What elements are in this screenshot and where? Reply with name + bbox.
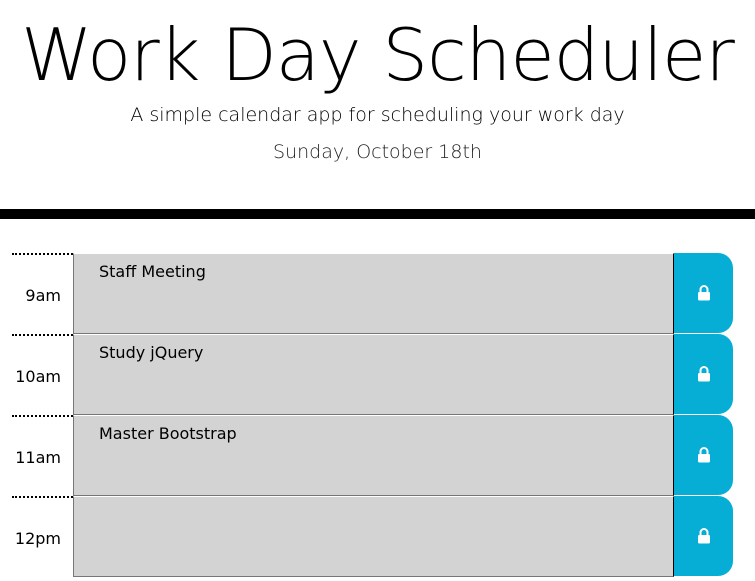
timeblock-list: 9am Staff Meeting 10am Study jQuery 11am… [0, 253, 755, 577]
lock-icon [697, 285, 710, 301]
hour-text: 9am [25, 286, 61, 305]
save-button[interactable] [674, 415, 733, 495]
save-button[interactable] [674, 253, 733, 333]
timeblock-row: 10am Study jQuery [0, 334, 755, 415]
event-description-input[interactable]: Master Bootstrap [73, 415, 674, 496]
hour-text: 12pm [14, 529, 61, 548]
lock-icon [697, 528, 710, 544]
page-header: Work Day Scheduler A simple calendar app… [0, 0, 755, 209]
hour-label: 11am [12, 415, 73, 496]
save-button[interactable] [674, 334, 733, 414]
hour-label: 12pm [12, 496, 73, 577]
hour-label: 10am [12, 334, 73, 415]
page-subtitle: A simple calendar app for scheduling you… [130, 104, 625, 126]
save-button[interactable] [674, 496, 733, 576]
timeblock-row: 11am Master Bootstrap [0, 415, 755, 496]
event-description-input[interactable]: Staff Meeting [73, 253, 674, 334]
hour-label: 9am [12, 253, 73, 334]
timeblock-row: 12pm [0, 496, 755, 577]
lock-icon [697, 447, 710, 463]
event-description-input[interactable]: Study jQuery [73, 334, 674, 415]
timeblock-row: 9am Staff Meeting [0, 253, 755, 334]
header-divider [0, 209, 755, 219]
event-description-input[interactable] [73, 496, 674, 577]
page-title: Work Day Scheduler [21, 13, 735, 97]
current-day: Sunday, October 18th [273, 141, 482, 163]
hour-text: 11am [15, 448, 61, 467]
hour-text: 10am [15, 367, 61, 386]
lock-icon [697, 366, 710, 382]
